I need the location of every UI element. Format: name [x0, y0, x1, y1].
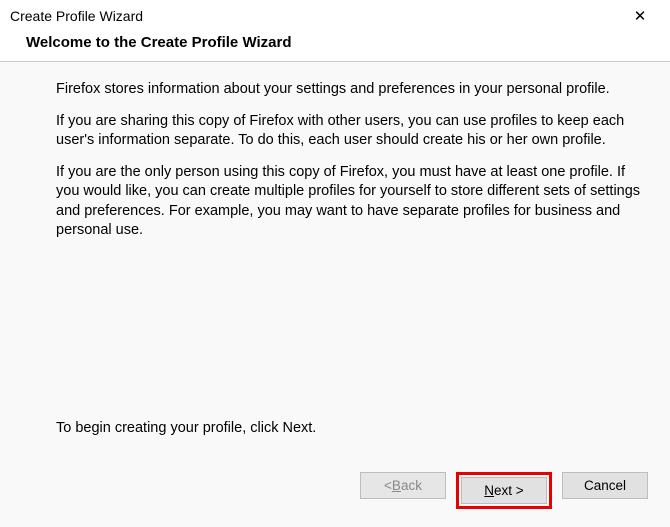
next-accelerator: N — [484, 483, 494, 498]
next-button-highlight: Next > — [456, 472, 552, 509]
titlebar: Create Profile Wizard ✕ — [0, 0, 670, 30]
cancel-button[interactable]: Cancel — [562, 472, 648, 499]
wizard-header: Welcome to the Create Profile Wizard — [0, 30, 670, 61]
content-spacer — [56, 253, 646, 420]
intro-para-2: If you are sharing this copy of Firefox … — [56, 112, 646, 151]
next-button[interactable]: Next > — [461, 477, 547, 504]
window-title: Create Profile Wizard — [10, 8, 143, 24]
wizard-content: Firefox stores information about your se… — [0, 62, 670, 462]
next-rest: ext > — [494, 483, 524, 498]
intro-paragraphs: Firefox stores information about your se… — [56, 80, 646, 253]
close-button[interactable]: ✕ — [620, 4, 660, 28]
back-prefix: < — [384, 478, 392, 493]
back-accelerator: B — [392, 478, 401, 493]
close-icon: ✕ — [634, 7, 647, 25]
begin-instruction: To begin creating your profile, click Ne… — [56, 420, 646, 436]
intro-para-1: Firefox stores information about your se… — [56, 80, 646, 100]
intro-para-3: If you are the only person using this co… — [56, 163, 646, 241]
back-button: < Back — [360, 472, 446, 499]
back-rest: ack — [401, 478, 422, 493]
wizard-title: Welcome to the Create Profile Wizard — [26, 34, 660, 51]
button-row: < Back Next > Cancel — [0, 462, 670, 527]
